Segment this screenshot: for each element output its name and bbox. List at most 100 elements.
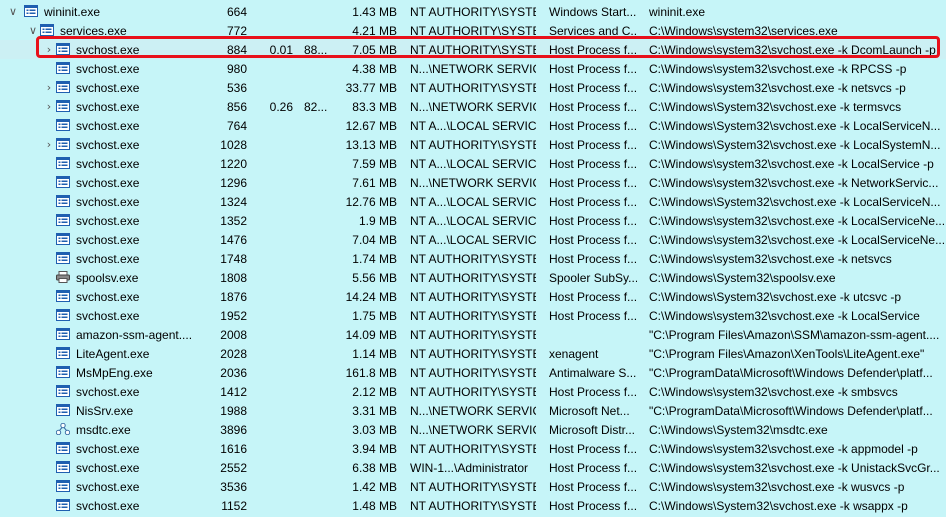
- process-cpu: [252, 80, 293, 96]
- process-description: Spooler SubSy...: [549, 271, 637, 285]
- process-cpu: [252, 441, 293, 457]
- process-cpu: 0.01: [269, 43, 293, 57]
- process-row[interactable]: ∨ wininit.exe 664 1.43 MB NT AUTHORITY\SYSTE…: [0, 2, 946, 21]
- process-private-bytes: 2.12 MB: [352, 385, 397, 399]
- process-row[interactable]: amazon-ssm-agent.... 2008 14.09 MB NT AUTHO…: [0, 325, 946, 344]
- window-icon: [56, 404, 70, 416]
- process-io: [304, 80, 330, 96]
- window-icon: [56, 309, 70, 321]
- process-pid: 1152: [221, 499, 247, 513]
- process-pid: 2028: [220, 347, 247, 361]
- process-command-line: C:\Windows\system32\svchost.exe -k netsv…: [649, 81, 906, 95]
- process-row[interactable]: svchost.exe 1476 7.04 MB NT A...\LOCAL SERV…: [0, 230, 946, 249]
- process-description: Host Process f...: [549, 233, 637, 247]
- process-row[interactable]: › svchost.exe 536 33.77 MB NT AUTHORITY\SYST…: [0, 78, 946, 97]
- process-name: svchost.exe: [76, 385, 140, 399]
- process-io: [304, 460, 330, 476]
- window-icon: [40, 24, 54, 36]
- process-cpu: [252, 327, 293, 343]
- process-pid: 772: [226, 24, 247, 38]
- chevron-right-icon[interactable]: ›: [44, 135, 54, 154]
- process-row[interactable]: svchost.exe 980 4.38 MB N...\NETWORK SERVIC…: [0, 59, 946, 78]
- process-command-line: C:\Windows\System32\svchost.exe -k Local…: [649, 138, 941, 152]
- process-io: [304, 441, 330, 457]
- process-description: Host Process f...: [549, 100, 637, 114]
- process-cpu: [252, 61, 293, 77]
- process-cpu: [252, 194, 293, 210]
- process-row[interactable]: svchost.exe 1616 3.94 MB NT AUTHORITY\SYSTE…: [0, 439, 946, 458]
- process-row[interactable]: svchost.exe 1748 1.74 MB NT AUTHORITY\SYSTE…: [0, 249, 946, 268]
- process-cpu: [252, 175, 293, 191]
- process-command-line: C:\Windows\system32\svchost.exe -k Local…: [649, 233, 946, 247]
- process-private-bytes: 1.74 MB: [352, 252, 397, 266]
- process-row[interactable]: svchost.exe 1220 7.59 MB NT A...\LOCAL SERV…: [0, 154, 946, 173]
- process-io: [304, 213, 330, 229]
- process-row[interactable]: svchost.exe 1952 1.75 MB NT AUTHORITY\SYSTE…: [0, 306, 946, 325]
- process-io: [304, 422, 330, 438]
- process-row[interactable]: LiteAgent.exe 2028 1.14 MB NT AUTHORITY\SYS…: [0, 344, 946, 363]
- chevron-down-icon[interactable]: ∨: [8, 2, 18, 21]
- process-row[interactable]: svchost.exe 1876 14.24 MB NT AUTHORITY\SYST…: [0, 287, 946, 306]
- process-name: svchost.exe: [76, 195, 140, 209]
- window-icon: [24, 5, 38, 17]
- chevron-right-icon[interactable]: ›: [44, 97, 54, 116]
- window-icon: [56, 62, 70, 74]
- printer-icon: [56, 271, 70, 283]
- process-pid: 1952: [220, 309, 247, 323]
- process-command-line: C:\Windows\system32\svchost.exe -k Local…: [649, 157, 934, 171]
- process-pid: 884: [226, 43, 247, 57]
- process-pid: 2008: [220, 328, 247, 342]
- process-cpu: [252, 403, 293, 419]
- process-cpu: [252, 156, 293, 172]
- process-command-line: C:\Windows\system32\svchost.exe -k Netwo…: [649, 176, 939, 190]
- process-private-bytes: 7.61 MB: [352, 176, 397, 190]
- chevron-right-icon[interactable]: ›: [44, 78, 54, 97]
- process-command-line: C:\Windows\system32\svchost.exe -k Local…: [649, 214, 946, 228]
- process-row[interactable]: svchost.exe 1296 7.61 MB N...\NETWORK SERVI…: [0, 173, 946, 192]
- process-private-bytes: 1.14 MB: [352, 347, 397, 361]
- process-row[interactable]: › svchost.exe 1028 13.13 MB NT AUTHORITY\SYS…: [0, 135, 946, 154]
- process-row[interactable]: svchost.exe 764 12.67 MB NT A...\LOCAL SERV…: [0, 116, 946, 135]
- process-cpu: [252, 137, 293, 153]
- process-pid: 1748: [220, 252, 247, 266]
- window-icon: [56, 138, 70, 150]
- process-command-line: "C:\ProgramData\Microsoft\Windows Defend…: [649, 404, 933, 418]
- process-row[interactable]: svchost.exe 2552 6.38 MB WIN-1...\Administr…: [0, 458, 946, 477]
- process-row[interactable]: spoolsv.exe 1808 5.56 MB NT AUTHORITY\SYSTE…: [0, 268, 946, 287]
- process-user-name: NT A...\LOCAL SERVICE: [410, 157, 536, 171]
- process-pid: 1412: [220, 385, 247, 399]
- process-row[interactable]: › svchost.exe 856 0.26 82... 83.3 MB N...\NETW…: [0, 97, 946, 116]
- process-private-bytes: 14.09 MB: [345, 328, 397, 342]
- process-description: Host Process f...: [549, 252, 637, 266]
- process-row[interactable]: ∨ services.exe 772 4.21 MB NT AUTHORITY\SYST…: [0, 21, 946, 40]
- process-pid: 856: [226, 100, 247, 114]
- process-description: Host Process f...: [549, 290, 637, 304]
- chevron-right-icon[interactable]: ›: [44, 40, 54, 59]
- process-row[interactable]: svchost.exe 1352 1.9 MB NT A...\LOCAL SERVI…: [0, 211, 946, 230]
- process-user-name: N...\NETWORK SERVICE: [410, 423, 536, 437]
- process-description: Host Process f...: [549, 138, 637, 152]
- process-row[interactable]: MsMpEng.exe 2036 161.8 MB NT AUTHORITY\SYST…: [0, 363, 946, 382]
- chevron-down-icon[interactable]: ∨: [28, 21, 38, 40]
- process-row[interactable]: msdtc.exe 3896 3.03 MB N...\NETWORK SERVICE…: [0, 420, 946, 439]
- process-cpu: 0.26: [269, 100, 293, 114]
- process-user-name: NT A...\LOCAL SERVICE: [410, 119, 536, 133]
- process-command-line: C:\Windows\system32\svchost.exe -k appmo…: [649, 442, 918, 456]
- window-icon: [56, 119, 70, 131]
- process-row[interactable]: › svchost.exe 884 0.01 88... 7.05 MB NT AUTHOR…: [0, 40, 946, 59]
- process-io: [304, 384, 330, 400]
- process-private-bytes: 5.56 MB: [352, 271, 397, 285]
- process-name: svchost.exe: [76, 442, 140, 456]
- process-io: [304, 137, 330, 153]
- process-io: [304, 194, 330, 210]
- process-pid: 1476: [220, 233, 247, 247]
- process-row[interactable]: NisSrv.exe 1988 3.31 MB N...\NETWORK SERVIC…: [0, 401, 946, 420]
- process-private-bytes: 3.94 MB: [352, 442, 397, 456]
- process-row[interactable]: svchost.exe 1152 1.48 MB NT AUTHORITY\SYSTE…: [0, 496, 946, 515]
- process-io: [304, 289, 330, 305]
- process-private-bytes: 83.3 MB: [352, 100, 397, 114]
- process-row[interactable]: svchost.exe 3536 1.42 MB NT AUTHORITY\SYSTE…: [0, 477, 946, 496]
- process-row[interactable]: svchost.exe 1412 2.12 MB NT AUTHORITY\SYSTE…: [0, 382, 946, 401]
- process-command-line: C:\Windows\System32\svchost.exe -k terms…: [649, 100, 902, 114]
- process-row[interactable]: svchost.exe 1324 12.76 MB NT A...\LOCAL SER…: [0, 192, 946, 211]
